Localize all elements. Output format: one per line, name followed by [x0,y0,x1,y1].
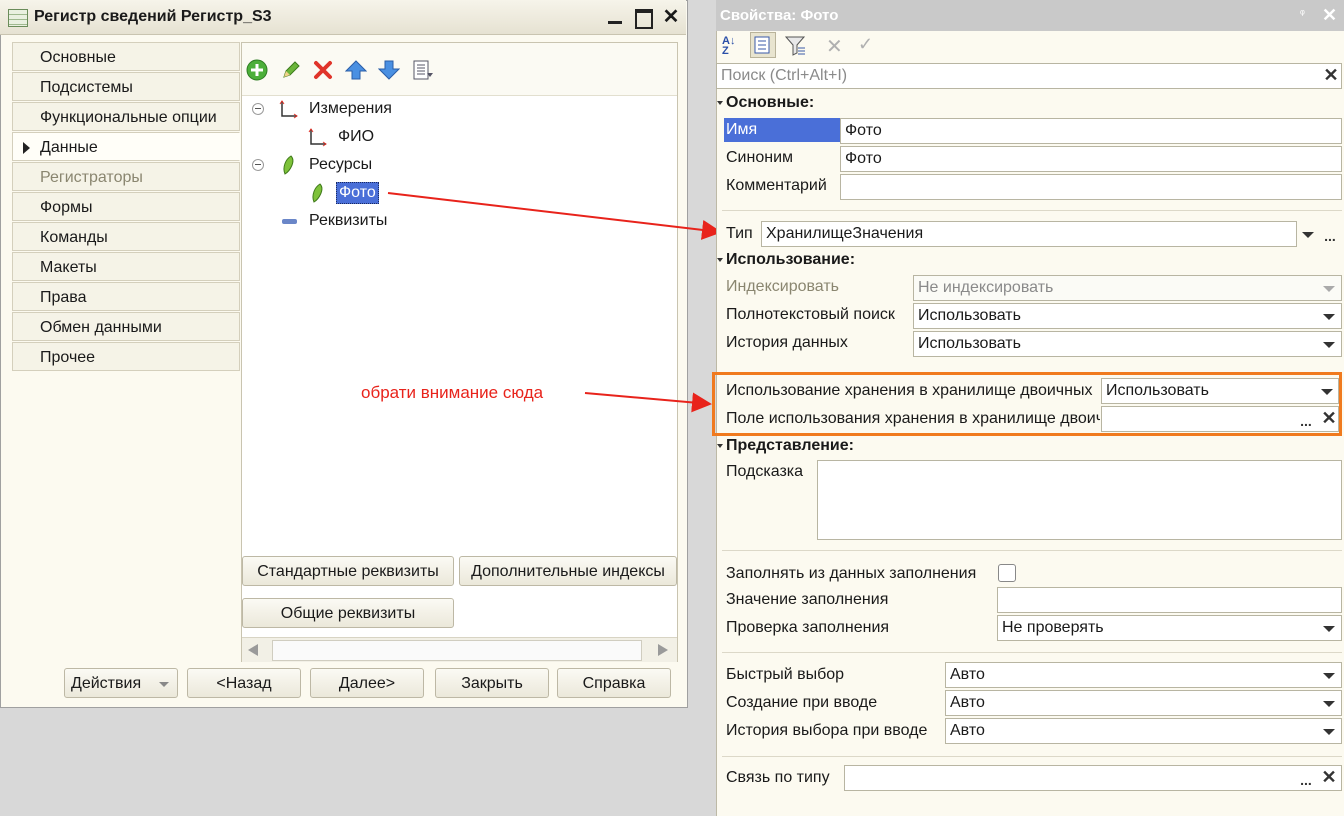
binary-field-select-button[interactable]: ... [1296,407,1316,431]
link-by-type-field[interactable] [844,765,1342,791]
link-by-type-label: Связь по типу [726,769,830,786]
tooltip-field[interactable] [817,460,1342,540]
quick-choice-label: Быстрый выбор [726,666,845,683]
link-by-type-clear-icon[interactable]: ✕ [1319,766,1339,790]
index-field: Не индексировать [913,275,1342,301]
history-field[interactable]: Использовать [913,331,1342,357]
choice-history-field[interactable]: Авто [945,718,1342,744]
confirm-icon[interactable]: ✓ [858,34,873,55]
type-select-button[interactable]: ... [1320,222,1340,246]
filter-icon[interactable] [784,34,808,63]
type-label: Тип [726,225,753,242]
history-label: История данных [726,334,848,351]
fulltext-label: Полнотекстовый поиск [726,306,895,323]
name-field[interactable]: Фото [840,118,1342,144]
synonym-field[interactable]: Фото [840,146,1342,172]
fill-from-checkbox[interactable] [998,564,1016,582]
name-label: Имя [724,118,840,142]
properties-search-input[interactable]: Поиск (Ctrl+Alt+I) [716,63,1342,89]
categories-icon[interactable] [750,32,776,58]
close-panel-icon[interactable]: ✕ [1322,5,1337,26]
binary-field-label: Поле использования хранения в хранилище … [726,410,1100,427]
divider [722,652,1342,653]
annotation-note: обрати внимание сюда [361,383,544,402]
create-on-input-field[interactable]: Авто [945,690,1342,716]
collapse-usage-icon[interactable] [717,258,723,262]
binary-field-clear-icon[interactable]: ✕ [1319,407,1339,431]
link-by-type-select-button[interactable]: ... [1296,766,1316,790]
binary-storage-label: Использование хранения в хранилище двоич… [726,382,1093,399]
arrow-note-to-highlight [584,392,712,413]
tooltip-label: Подсказка [726,463,804,480]
synonym-label: Синоним [726,149,793,166]
index-label: Индексировать [726,278,840,295]
fill-check-dropdown-icon[interactable] [1318,616,1340,640]
clear-search-icon[interactable]: ✕ [1321,64,1341,88]
fill-check-field[interactable]: Не проверять [997,615,1342,641]
divider [722,756,1342,757]
fill-value-label: Значение заполнения [726,591,889,608]
history-dropdown-icon[interactable] [1318,332,1340,356]
type-dropdown-icon[interactable] [1297,222,1319,246]
create-on-input-label: Создание при вводе [726,694,878,711]
comment-field[interactable] [840,174,1342,200]
section-main: Основные: [726,94,815,111]
fill-value-field[interactable] [997,587,1342,613]
fill-check-label: Проверка заполнения [726,619,890,636]
cancel-icon[interactable]: ✕ [826,34,843,59]
type-field[interactable]: ХранилищеЗначения [761,221,1297,247]
divider [722,550,1342,551]
divider [722,210,1342,211]
pin-icon[interactable]: ᵠ [1300,8,1305,20]
choice-history-dropdown-icon[interactable] [1318,719,1340,743]
binary-storage-dropdown-icon[interactable] [1316,379,1338,403]
comment-label: Комментарий [726,177,827,194]
create-on-input-dropdown-icon[interactable] [1318,691,1340,715]
binary-storage-field[interactable]: Использовать [1101,378,1339,404]
sort-alpha-icon[interactable]: A↓ Z [722,36,742,58]
collapse-presentation-icon[interactable] [717,444,723,448]
arrow-photo-to-type [387,192,722,240]
fulltext-field[interactable]: Использовать [913,303,1342,329]
collapse-main-icon[interactable] [717,101,723,105]
section-usage: Использование: [726,251,856,268]
properties-title: Свойства: Фото [720,7,839,24]
quick-choice-dropdown-icon[interactable] [1318,663,1340,687]
fill-from-label: Заполнять из данных заполнения [726,565,977,582]
quick-choice-field[interactable]: Авто [945,662,1342,688]
choice-history-label: История выбора при вводе [726,722,928,739]
index-dropdown-icon [1318,276,1340,300]
fulltext-dropdown-icon[interactable] [1318,304,1340,328]
section-presentation: Представление: [726,437,854,454]
